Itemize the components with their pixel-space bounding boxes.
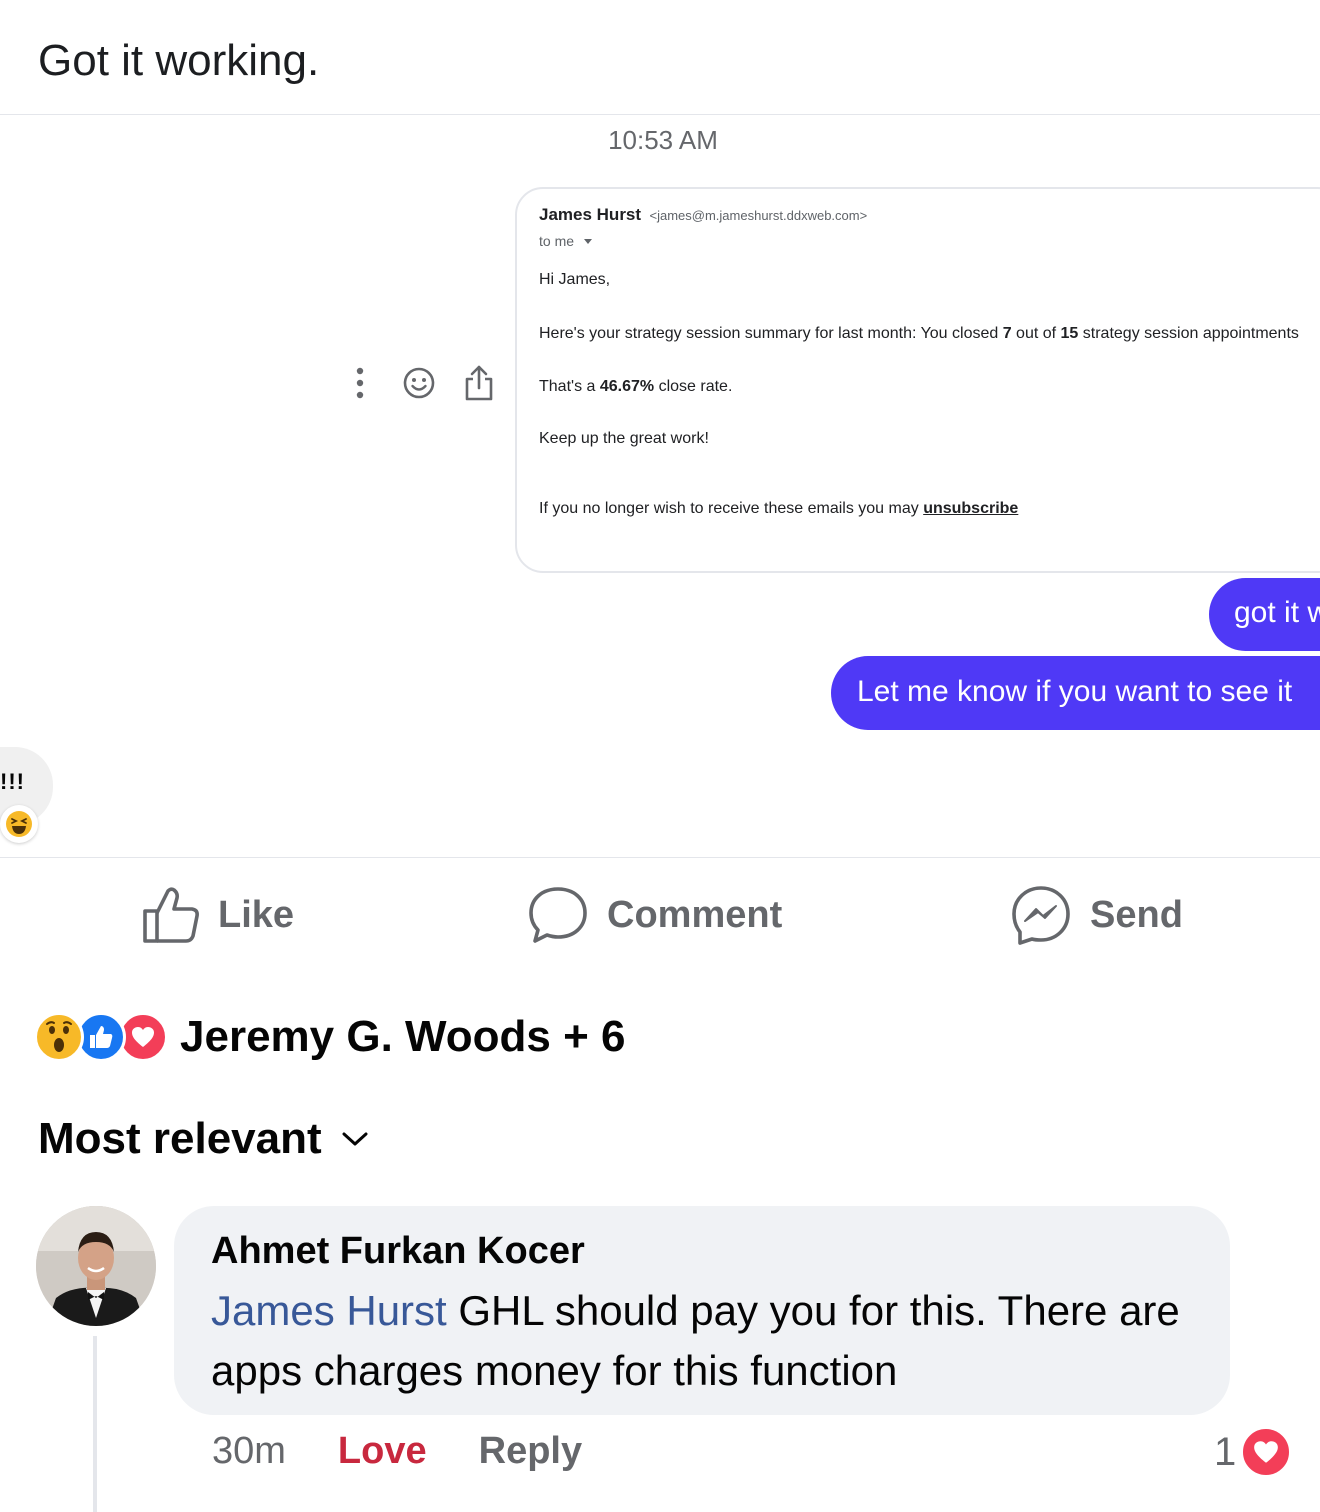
comment-author[interactable]: Ahmet Furkan Kocer <box>211 1230 1194 1273</box>
love-icon <box>1240 1426 1293 1478</box>
divider <box>0 857 1320 858</box>
wow-icon <box>34 1012 84 1062</box>
chevron-down-icon <box>584 238 593 244</box>
comment-sort-dropdown[interactable]: Most relevant <box>38 1114 370 1164</box>
email-greeting: Hi James, <box>539 271 611 288</box>
attached-screenshot[interactable]: 10:53 AM James Hurst <james@m.jameshurst… <box>0 115 1320 857</box>
more-options-icon[interactable] <box>344 363 376 403</box>
thread-line <box>93 1336 97 1512</box>
email-close-rate: That's a 46.67% close rate. <box>539 378 1320 396</box>
email-total-count: 15 <box>1060 325 1079 342</box>
message-bubble: got it working <box>1209 578 1320 651</box>
post-action-bar: Like Comment Send <box>0 885 1320 953</box>
avatar[interactable] <box>36 1206 156 1326</box>
email-to-label: to me <box>539 233 575 249</box>
share-icon[interactable] <box>462 364 496 402</box>
comment-reaction-count[interactable]: 1 <box>1214 1426 1293 1478</box>
reply-button[interactable]: Reply <box>479 1430 582 1473</box>
email-closed-count: 7 <box>1002 325 1012 342</box>
message-bubble: Let me know if you want to see it <box>831 656 1320 730</box>
email-summary-suffix: strategy session appointments <box>1078 325 1299 342</box>
sort-label: Most relevant <box>38 1114 322 1163</box>
email-rate-value: 46.67% <box>599 378 655 395</box>
email-summary: Here's your strategy session summary for… <box>539 325 1320 343</box>
comment-text: James Hurst GHL should pay you for this.… <box>211 1281 1194 1401</box>
email-header: James Hurst <james@m.jameshurst.ddxweb.c… <box>539 205 1320 225</box>
comment-bubble[interactable]: Ahmet Furkan Kocer James Hurst GHL shoul… <box>174 1206 1230 1415</box>
chevron-down-icon <box>342 1132 368 1146</box>
comment-meta: 30m Love Reply <box>212 1430 582 1473</box>
post-text: Got it working. <box>38 36 320 85</box>
email-sender-name: James Hurst <box>539 205 642 224</box>
thumbs-up-icon <box>143 887 199 943</box>
send-button[interactable]: Send <box>1010 885 1183 945</box>
email-recipient: to me <box>539 233 1320 249</box>
email-unsubscribe-link: unsubscribe <box>923 500 1019 517</box>
comment-icon <box>529 887 587 943</box>
comment-button[interactable]: Comment <box>527 885 782 945</box>
comment-time[interactable]: 30m <box>212 1430 286 1473</box>
emoji-react-icon[interactable] <box>402 366 436 400</box>
comment-label: Comment <box>607 893 783 936</box>
send-label: Send <box>1090 893 1183 936</box>
love-reaction-button[interactable]: Love <box>338 1430 427 1473</box>
reactions-summary[interactable]: Jeremy G. Woods + 6 <box>34 1012 625 1062</box>
email-rate-prefix: That's a <box>539 378 600 395</box>
messenger-icon <box>1012 886 1070 945</box>
reaction-names: Jeremy G. Woods + 6 <box>180 1012 626 1061</box>
message-timestamp: 10:53 AM <box>608 125 718 155</box>
comment-reaction-number: 1 <box>1214 1429 1237 1474</box>
email-summary-mid: out of <box>1011 325 1061 342</box>
email-unsubscribe-line: If you no longer wish to receive these e… <box>539 500 1320 518</box>
laughing-emoji-icon <box>0 805 38 843</box>
email-rate-suffix: close rate. <box>654 378 733 395</box>
email-closing: Keep up the great work! <box>539 430 709 447</box>
email-screenshot: James Hurst <james@m.jameshurst.ddxweb.c… <box>515 187 1320 573</box>
email-summary-prefix: Here's your strategy session summary for… <box>539 325 1003 342</box>
email-unsub-prefix: If you no longer wish to receive these e… <box>539 500 924 517</box>
like-button[interactable]: Like <box>140 885 294 945</box>
message-actions <box>344 363 496 403</box>
email-sender-address: <james@m.jameshurst.ddxweb.com> <box>649 208 868 223</box>
like-label: Like <box>218 893 295 936</box>
comment-mention[interactable]: James Hurst <box>211 1287 447 1334</box>
